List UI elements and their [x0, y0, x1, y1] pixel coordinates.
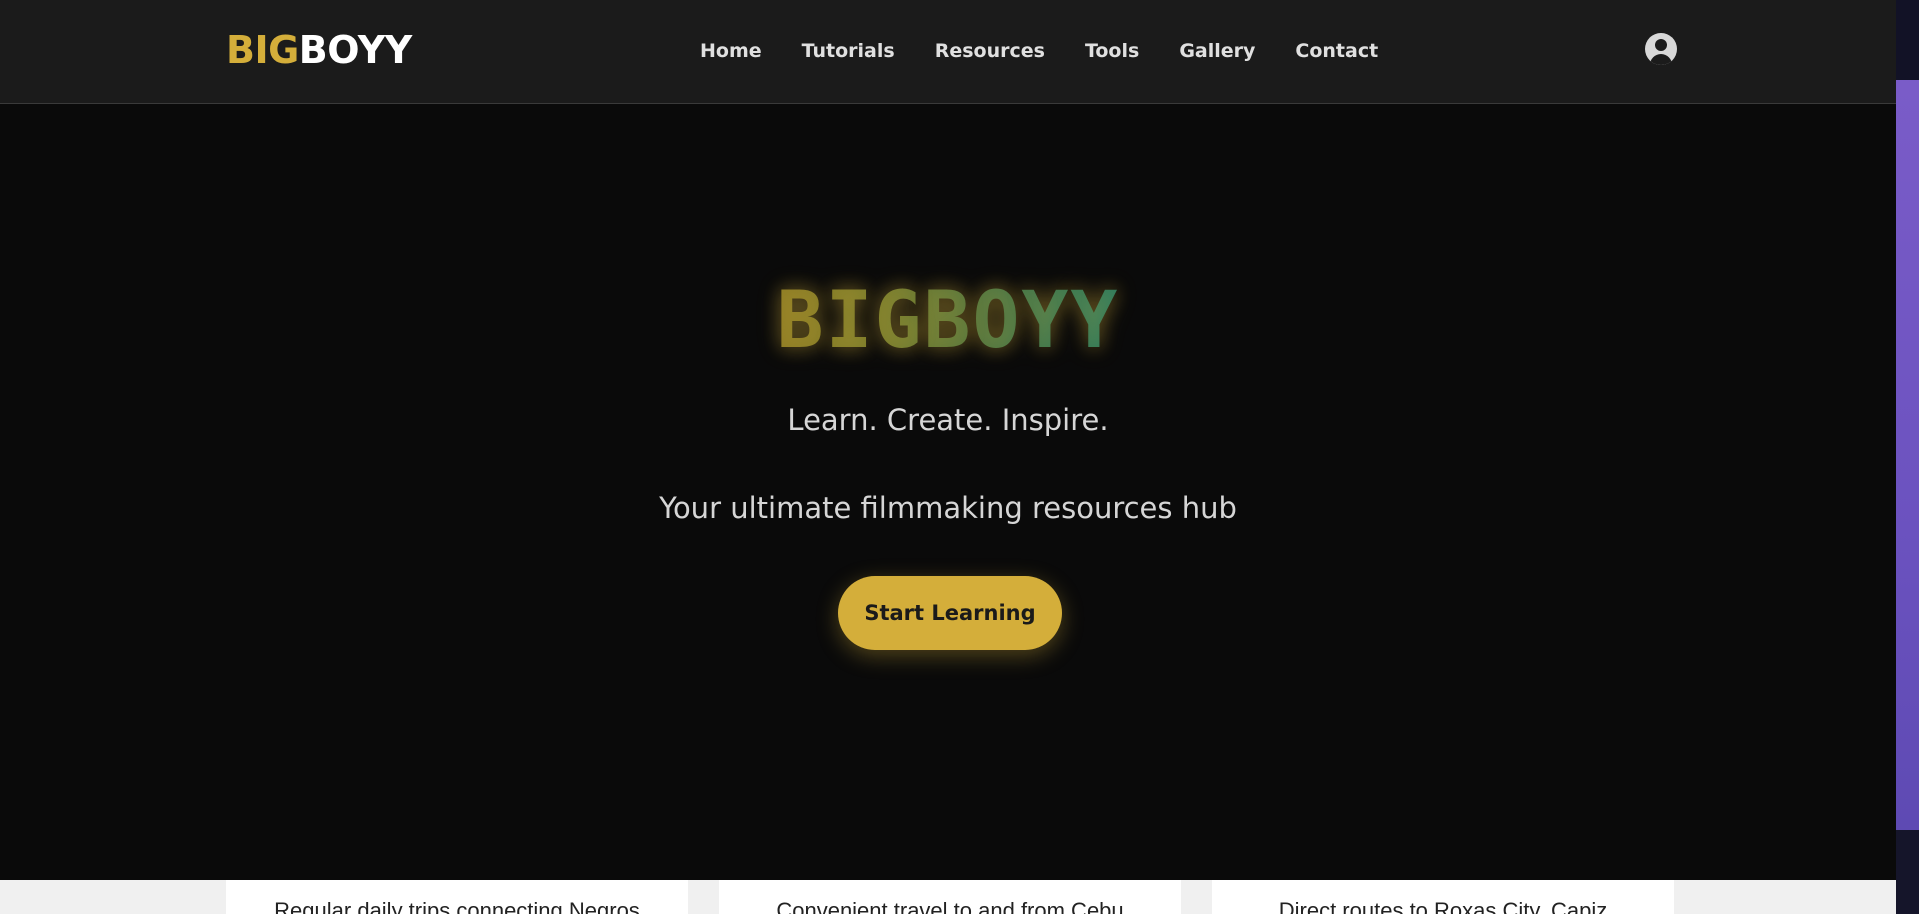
hero-subtitle: Your ultimate filmmaking resources hub [659, 491, 1237, 525]
page: Regular daily trips connecting Negros Co… [0, 0, 1919, 914]
hero-title-text: BIGBOYY [776, 276, 1120, 366]
nav-link-contact[interactable]: Contact [1295, 36, 1378, 66]
scrollbar-track [1896, 0, 1919, 80]
underlying-card: Convenient travel to and from Cebu [719, 880, 1181, 914]
nav-link-tools[interactable]: Tools [1085, 36, 1139, 66]
logo-part-boyy: BOYY [298, 28, 412, 72]
nav-link-resources[interactable]: Resources [935, 36, 1045, 66]
user-circle-icon[interactable] [1645, 33, 1677, 65]
nav-link-tutorials[interactable]: Tutorials [802, 36, 895, 66]
user-icon-head [1655, 39, 1667, 51]
site-header: BIGBOYY Home Tutorials Resources Tools G… [0, 0, 1896, 104]
underlying-card: Regular daily trips connecting Negros [226, 880, 688, 914]
user-icon-body [1650, 54, 1672, 65]
underlying-card: Direct routes to Roxas City, Capiz [1212, 880, 1674, 914]
underlying-content: Regular daily trips connecting Negros Co… [0, 880, 1896, 914]
underlying-card-text: Direct routes to Roxas City, Capiz [1278, 898, 1608, 914]
underlying-card-text: Regular daily trips connecting Negros [274, 898, 640, 914]
hero-title: BIGBOYY [0, 276, 1896, 366]
scrollbar-thumb[interactable] [1896, 80, 1919, 830]
start-learning-button[interactable]: Start Learning [838, 576, 1062, 650]
underlying-card-text: Convenient travel to and from Cebu [776, 898, 1124, 914]
site-logo[interactable]: BIGBOYY [226, 26, 412, 74]
nav-link-gallery[interactable]: Gallery [1179, 36, 1255, 66]
nav-link-home[interactable]: Home [700, 36, 762, 66]
hero-tagline: Learn. Create. Inspire. [787, 403, 1109, 437]
hero-section: BIGBOYY Learn. Create. Inspire. Your ult… [0, 104, 1896, 880]
scrollbar[interactable] [1896, 0, 1919, 914]
main-nav: Home Tutorials Resources Tools Gallery C… [700, 36, 1418, 66]
logo-part-big: BIG [226, 28, 299, 72]
